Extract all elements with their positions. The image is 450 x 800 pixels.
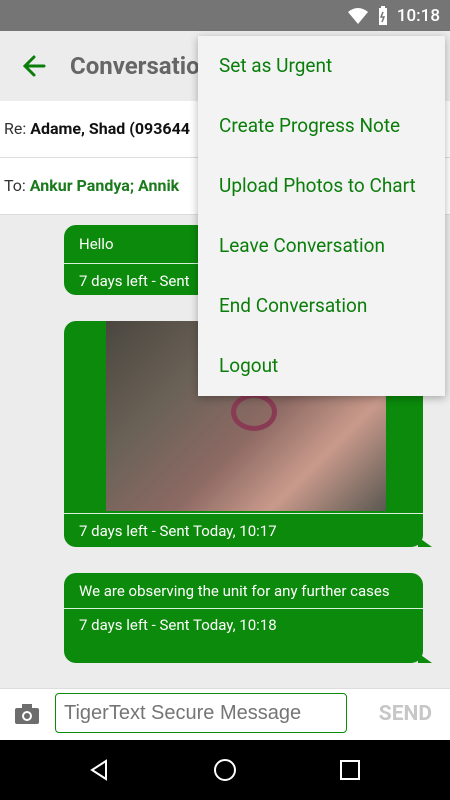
regarding-text: Re: Adame, Shad (093644	[4, 119, 190, 138]
battery-icon	[378, 5, 387, 25]
message-text: We are observing the unit for any furthe…	[79, 582, 390, 600]
nav-recents-icon[interactable]	[338, 758, 362, 782]
message-input[interactable]	[55, 693, 347, 733]
menu-item-end-conversation[interactable]: End Conversation	[198, 276, 445, 336]
patient-name: Adame, Shad (093644	[30, 119, 190, 138]
message-meta: 7 days left - Sent Today, 10:17	[64, 513, 423, 548]
nav-back-icon[interactable]	[87, 758, 111, 782]
status-icons: 10:18	[347, 0, 440, 31]
recipients-names: Ankur Pandya; Annik	[29, 176, 180, 195]
message-bubble[interactable]: We are observing the unit for any furthe…	[64, 573, 432, 663]
page-title: Conversation	[70, 52, 214, 80]
wifi-icon	[347, 7, 368, 24]
nav-home-icon[interactable]	[213, 758, 237, 782]
menu-item-logout[interactable]: Logout	[198, 336, 445, 396]
status-bar: 10:18	[0, 0, 450, 31]
menu-item-set-urgent[interactable]: Set as Urgent	[198, 36, 445, 96]
navigation-bar	[0, 740, 450, 800]
bubble-tail	[418, 537, 432, 547]
back-arrow-icon[interactable]	[18, 51, 54, 81]
menu-item-upload-photos[interactable]: Upload Photos to Chart	[198, 156, 445, 216]
menu-item-progress-note[interactable]: Create Progress Note	[198, 96, 445, 156]
camera-icon[interactable]	[14, 703, 40, 725]
menu-item-leave-conversation[interactable]: Leave Conversation	[198, 216, 445, 276]
send-button[interactable]: SEND	[379, 702, 432, 726]
composer: SEND	[0, 688, 450, 741]
recipients-text: To: Ankur Pandya; Annik	[4, 176, 179, 195]
message-meta: 7 days left - Sent Today, 10:18	[64, 608, 423, 642]
regarding-label: Re:	[4, 119, 27, 138]
bubble-tail	[418, 653, 432, 663]
status-time: 10:18	[396, 5, 440, 26]
recipients-label: To:	[4, 176, 26, 195]
overflow-menu: Set as Urgent Create Progress Note Uploa…	[198, 36, 445, 396]
